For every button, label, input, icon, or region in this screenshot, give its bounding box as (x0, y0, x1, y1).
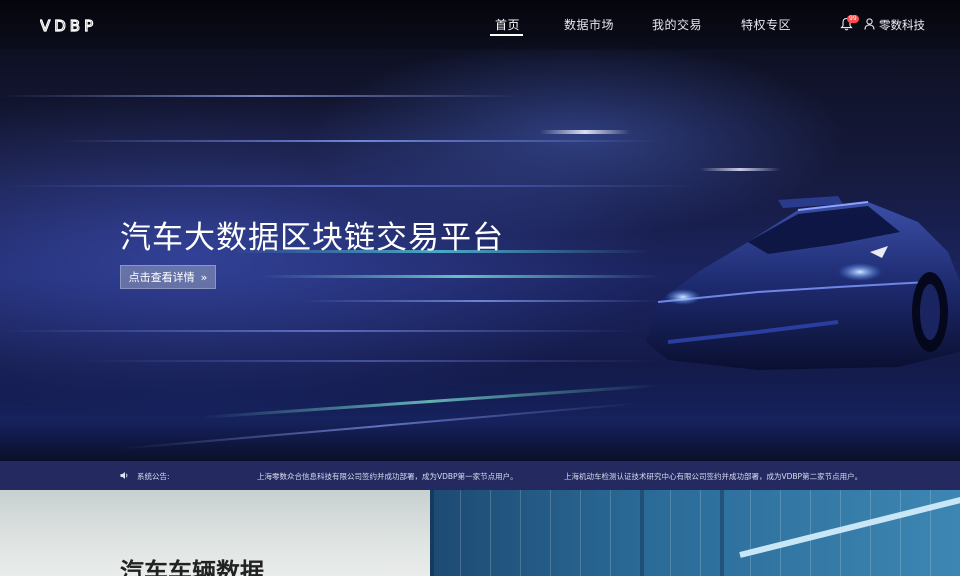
user-icon[interactable] (864, 18, 875, 30)
nav-item-data-market[interactable]: 数据市场 (564, 16, 614, 33)
view-details-button[interactable]: 点击查看详情 » (120, 265, 216, 289)
nav-item-my-trades[interactable]: 我的交易 (652, 16, 702, 33)
section-title: 汽车车辆数据 (120, 558, 264, 576)
nav-item-privilege-zone[interactable]: 特权专区 (741, 16, 791, 33)
double-chevron-right-icon: » (200, 270, 208, 284)
nav-active-underline (490, 34, 523, 36)
vdbp-logo[interactable]: VDBP (40, 17, 120, 33)
announcement-message[interactable]: 上海零数众合信息科技有限公司签约并成功部署，成为VDBP第一家节点用户。 (257, 471, 518, 482)
sports-car-illustration (646, 196, 960, 370)
announcement-message[interactable]: 上海机动车检测认证技术研究中心有限公司签约并成功部署，成为VDBP第二家节点用户… (564, 471, 862, 482)
svg-text:VDBP: VDBP (40, 17, 97, 33)
vehicle-data-section: 汽车车辆数据 (0, 490, 960, 576)
speaker-icon (120, 472, 128, 479)
notification-badge: 99 (847, 15, 859, 23)
building-illustration (430, 490, 960, 576)
hero-title: 汽车大数据区块链交易平台 (120, 220, 504, 256)
system-announcement-bar: 系统公告: 上海零数众合信息科技有限公司签约并成功部署，成为VDBP第一家节点用… (0, 461, 960, 490)
user-name-link[interactable]: 零数科技 (879, 17, 925, 33)
nav-item-home[interactable]: 首页 (495, 16, 520, 33)
view-details-label: 点击查看详情 (128, 271, 195, 284)
announcement-label: 系统公告: (137, 472, 170, 481)
top-navigation-bar: VDBP 首页 数据市场 我的交易 特权专区 99 零数科技 (0, 0, 960, 50)
